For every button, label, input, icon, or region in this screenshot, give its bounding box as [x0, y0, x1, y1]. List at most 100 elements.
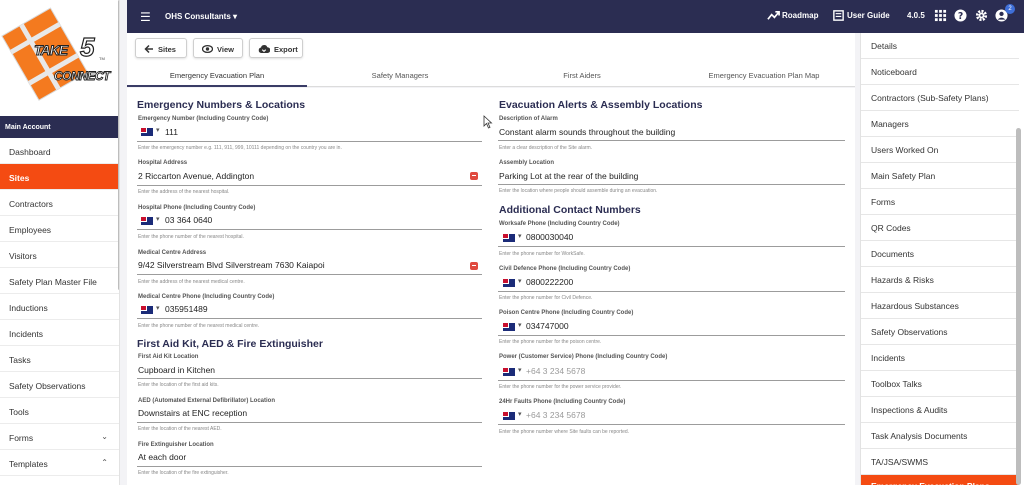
- trending-up-icon[interactable]: [767, 9, 780, 22]
- section-link-ta-jsa-swms[interactable]: TA/JSA/SWMS: [861, 449, 1019, 475]
- sites-back-button[interactable]: Sites: [135, 38, 187, 58]
- svg-text:?: ?: [958, 11, 963, 22]
- nz-flag-icon[interactable]: [141, 126, 160, 136]
- nz-flag-icon[interactable]: [503, 366, 522, 376]
- sidebar-item-contractors[interactable]: Contractors: [0, 190, 119, 216]
- address-lookup-icon[interactable]: [470, 262, 478, 270]
- sidebar-item-inductions[interactable]: Inductions: [0, 294, 119, 320]
- section-link-qr-codes[interactable]: QR Codes: [861, 215, 1019, 241]
- section-link-main-safety-plan[interactable]: Main Safety Plan: [861, 163, 1019, 189]
- nz-flag-icon[interactable]: [141, 215, 160, 225]
- book-icon[interactable]: [832, 9, 845, 22]
- fire-extinguisher-field[interactable]: At each door: [138, 452, 186, 462]
- sidebar-item-incidents[interactable]: Incidents: [0, 320, 119, 346]
- address-lookup-icon[interactable]: [470, 172, 478, 180]
- sidebar-item-visitors[interactable]: Visitors: [0, 242, 119, 268]
- section-link-inspections-audits[interactable]: Inspections & Audits: [861, 397, 1019, 423]
- medical-phone-label: Medical Centre Phone (Including Country …: [138, 294, 275, 300]
- hospital-phone-field[interactable]: 03 364 0640: [165, 215, 212, 225]
- faults-phone-hint: Enter the phone number where Site faults…: [499, 429, 630, 435]
- sidebar-item-tools[interactable]: Tools: [0, 398, 119, 424]
- sidebar-item-safety-observations[interactable]: Safety Observations: [0, 372, 119, 398]
- sidebar-item-employees[interactable]: Employees: [0, 216, 119, 242]
- chevron-up-icon[interactable]: ⌃: [101, 458, 108, 467]
- nz-flag-icon[interactable]: [503, 277, 522, 287]
- aed-field[interactable]: Downstairs at ENC reception: [138, 408, 247, 418]
- nz-flag-icon[interactable]: [141, 304, 160, 314]
- chevron-down-icon[interactable]: ⌄: [101, 432, 108, 441]
- worksafe-field[interactable]: 0800030040: [526, 232, 573, 242]
- top-bar: ☰ OHS Consultants ▾ Roadmap User Guide 4…: [127, 0, 1024, 33]
- section-link-details[interactable]: Details: [861, 33, 1019, 59]
- section-link-documents[interactable]: Documents: [861, 241, 1019, 267]
- user-guide-link[interactable]: User Guide: [847, 11, 890, 20]
- left-sidebar: TAKE 5 TM CONNECT Main Account Dashboard…: [0, 0, 120, 485]
- section-link-contractors-sub-safety-plans-[interactable]: Contractors (Sub-Safety Plans): [861, 85, 1019, 111]
- help-icon[interactable]: ?: [954, 9, 967, 22]
- sidebar-item-sites[interactable]: Sites: [0, 164, 119, 190]
- alarm-field[interactable]: Constant alarm sounds throughout the bui…: [499, 127, 675, 137]
- assembly-hint: Enter the location where people should a…: [499, 188, 658, 194]
- section-link-emergency-evacuation-plans[interactable]: Emergency Evacuation Plans: [861, 475, 1019, 485]
- hospital-address-hint: Enter the address of the nearest hospita…: [138, 189, 230, 195]
- sidebar-item-label: Employees: [9, 225, 52, 235]
- section-link-forms[interactable]: Forms: [861, 189, 1019, 215]
- menu-icon[interactable]: ☰: [140, 10, 151, 24]
- tab-emergency-evacuation-plan-map[interactable]: Emergency Evacuation Plan Map: [673, 63, 855, 87]
- right-panel-scrollbar[interactable]: [1016, 128, 1021, 485]
- faults-phone-label: 24Hr Faults Phone (Including Country Cod…: [499, 399, 626, 405]
- section-link-hazardous-substances[interactable]: Hazardous Substances: [861, 293, 1019, 319]
- section-heading-evacuation-alerts: Evacuation Alerts & Assembly Locations: [499, 99, 703, 111]
- civil-defence-field[interactable]: 0800222200: [526, 277, 573, 287]
- first-aid-field[interactable]: Cupboard in Kitchen: [138, 365, 215, 375]
- assembly-field[interactable]: Parking Lot at the rear of the building: [499, 171, 638, 181]
- section-link-noticeboard[interactable]: Noticeboard: [861, 59, 1019, 85]
- apps-grid-icon[interactable]: [934, 9, 947, 22]
- emergency-number-field[interactable]: 111: [165, 127, 178, 137]
- aed-hint: Enter the location of the nearest AED.: [138, 426, 222, 432]
- section-link-toolbox-talks[interactable]: Toolbox Talks: [861, 371, 1019, 397]
- civil-defence-label: Civil Defence Phone (Including Country C…: [499, 266, 631, 272]
- tab-safety-managers[interactable]: Safety Managers: [309, 63, 491, 87]
- section-link-users-worked-on[interactable]: Users Worked On: [861, 137, 1019, 163]
- section-link-safety-observations[interactable]: Safety Observations: [861, 319, 1019, 345]
- take5-connect-logo[interactable]: TAKE 5 TM CONNECT: [0, 0, 119, 116]
- nz-flag-icon[interactable]: [503, 410, 522, 420]
- sidebar-item-dashboard[interactable]: Dashboard: [0, 138, 119, 164]
- alarm-label: Description of Alarm: [499, 116, 558, 122]
- sidebar-scrollbar[interactable]: [118, 0, 119, 290]
- hospital-address-field[interactable]: 2 Riccarton Avenue, Addington: [138, 171, 254, 181]
- medical-address-field[interactable]: 9/42 Silverstream Blvd Silverstream 7630…: [138, 260, 325, 270]
- poison-centre-field[interactable]: 034747000: [526, 321, 569, 331]
- sidebar-nav: Dashboard Sites Contractors Employees Visito…: [0, 138, 119, 476]
- nz-flag-icon[interactable]: [503, 232, 522, 242]
- sidebar-item-tasks[interactable]: Tasks: [0, 346, 119, 372]
- logo-connect-text: CONNECT: [54, 69, 111, 84]
- aed-label: AED (Automated External Defibrillator) L…: [138, 398, 276, 404]
- org-selector[interactable]: OHS Consultants ▾: [165, 12, 237, 21]
- power-phone-field[interactable]: +64 3 234 5678: [526, 366, 585, 376]
- nz-flag-icon[interactable]: [503, 321, 522, 331]
- tab-first-aiders[interactable]: First Aiders: [491, 63, 673, 87]
- gear-icon[interactable]: [975, 9, 988, 22]
- org-name: OHS Consultants: [165, 12, 231, 21]
- section-link-task-analysis-documents[interactable]: Task Analysis Documents: [861, 423, 1019, 449]
- roadmap-link[interactable]: Roadmap: [782, 11, 818, 20]
- sidebar-item-templates[interactable]: Templates ⌃: [0, 450, 119, 476]
- faults-phone-field[interactable]: +64 3 234 5678: [526, 410, 585, 420]
- toolbar: Sites View Export: [127, 33, 855, 63]
- section-link-managers[interactable]: Managers: [861, 111, 1019, 137]
- view-button[interactable]: View: [193, 38, 243, 58]
- export-button[interactable]: Export: [249, 38, 303, 58]
- sidebar-item-forms[interactable]: Forms ⌄: [0, 424, 119, 450]
- section-link-incidents[interactable]: Incidents: [861, 345, 1019, 371]
- medical-phone-field[interactable]: 035951489: [165, 304, 208, 314]
- first-aid-hint: Enter the location of the first aid kits…: [138, 382, 219, 388]
- section-link-hazards-risks[interactable]: Hazards & Risks: [861, 267, 1019, 293]
- sidebar-item-label: Contractors: [9, 199, 53, 209]
- sidebar-item-safety-plan-master-file[interactable]: Safety Plan Master File: [0, 268, 119, 294]
- section-heading-emergency-numbers: Emergency Numbers & Locations: [137, 99, 306, 111]
- tab-emergency-evacuation-plan[interactable]: Emergency Evacuation Plan: [127, 63, 307, 87]
- civil-defence-hint: Enter the phone number for Civil Defence…: [499, 295, 593, 301]
- sidebar-item-label: Incidents: [9, 329, 44, 339]
